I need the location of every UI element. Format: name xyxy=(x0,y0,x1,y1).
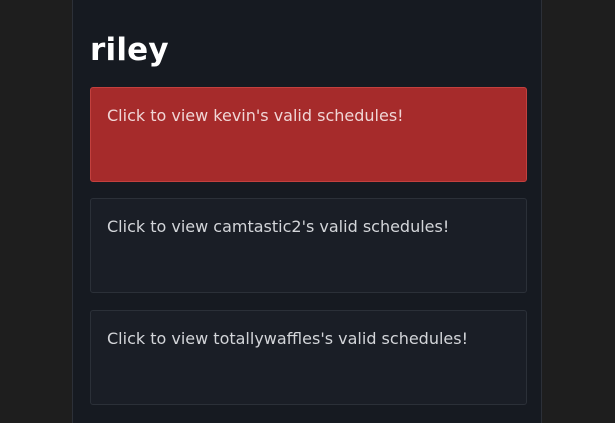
schedule-card-camtastic2[interactable]: Click to view camtastic2's valid schedul… xyxy=(90,198,527,293)
schedule-card-label: Click to view camtastic2's valid schedul… xyxy=(107,217,450,236)
schedule-card-label: Click to view kevin's valid schedules! xyxy=(107,106,404,125)
content-panel: riley Click to view kevin's valid schedu… xyxy=(72,0,542,423)
schedule-card-kevin[interactable]: Click to view kevin's valid schedules! xyxy=(90,87,527,182)
schedule-card-label: Click to view totallywaffles's valid sch… xyxy=(107,329,469,348)
schedule-card-totallywaffles[interactable]: Click to view totallywaffles's valid sch… xyxy=(90,310,527,405)
page-title: riley xyxy=(90,32,169,68)
